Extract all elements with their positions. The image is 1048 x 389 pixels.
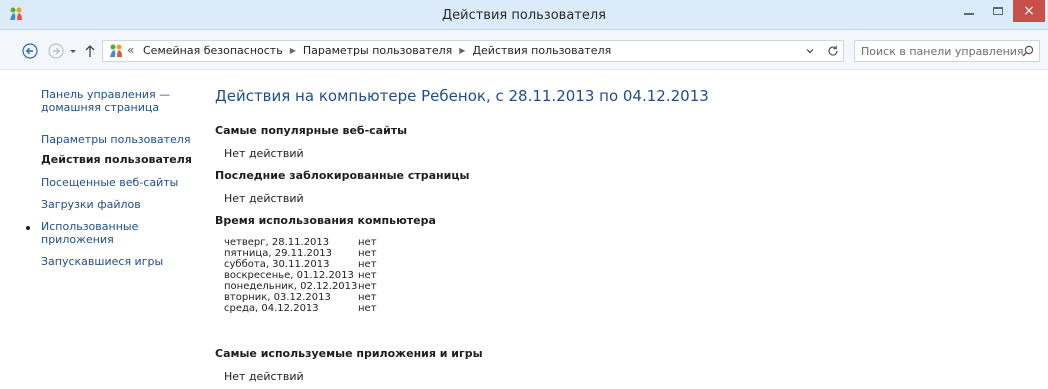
sidebar-item-user-activity[interactable]: Действия пользователя — [41, 153, 192, 166]
sidebar-item-label: Использованные — [41, 220, 139, 233]
navigation-bar: « Семейная безопасность ▶ Параметры поль… — [0, 30, 1048, 70]
usage-heading: Время использования компьютера — [215, 214, 436, 227]
sidebar: Панель управления — домашняя страница Па… — [0, 71, 200, 389]
back-arrow-icon[interactable] — [22, 43, 38, 59]
up-arrow-icon[interactable] — [84, 43, 96, 59]
current-item-bullet — [26, 226, 30, 230]
search-input[interactable]: Поиск в панели управления — [854, 40, 1040, 62]
usage-day: воскресенье, 01.12.2013 — [224, 270, 354, 281]
sidebar-item-label: Панель управления — — [41, 88, 171, 101]
sidebar-item-control-panel-home[interactable]: Панель управления — домашняя страница — [41, 88, 170, 114]
breadcrumb-user-settings[interactable]: Параметры пользователя — [303, 44, 452, 57]
sidebar-item-user-settings[interactable]: Параметры пользователя — [41, 133, 190, 146]
usage-day: суббота, 30.11.2013 — [224, 259, 330, 270]
usage-day: пятница, 29.11.2013 — [224, 248, 332, 259]
window-title: Действия пользователя — [441, 8, 606, 23]
sidebar-item-downloads[interactable]: Загрузки файлов — [41, 198, 141, 211]
apps-games-heading: Самые используемые приложения и игры — [215, 347, 483, 360]
sidebar-item-label: домашняя страница — [41, 101, 160, 114]
usage-day: вторник, 03.12.2013 — [224, 292, 331, 303]
usage-day: среда, 04.12.2013 — [224, 303, 319, 314]
sidebar-item-label: приложения — [41, 233, 114, 246]
blocked-pages-heading: Последние заблокированные страницы — [215, 169, 470, 182]
apps-games-value: Нет действий — [224, 370, 304, 383]
chevron-down-icon[interactable] — [803, 43, 817, 59]
maximize-button[interactable] — [984, 0, 1012, 22]
search-placeholder: Поиск в панели управления — [861, 45, 1024, 58]
minimize-button[interactable] — [955, 0, 983, 22]
refresh-icon[interactable] — [825, 43, 841, 59]
breadcrumb-separator[interactable]: ▶ — [459, 46, 465, 55]
usage-value: нет — [358, 237, 377, 248]
usage-value: нет — [358, 248, 377, 259]
popular-sites-heading: Самые популярные веб-сайты — [215, 124, 408, 137]
usage-value: нет — [358, 270, 377, 281]
address-bar[interactable]: « Семейная безопасность ▶ Параметры поль… — [102, 40, 844, 62]
close-icon: × — [1023, 3, 1035, 19]
breadcrumb-user-activity[interactable]: Действия пользователя — [472, 44, 611, 57]
family-safety-icon — [108, 43, 124, 59]
search-icon[interactable] — [1021, 44, 1035, 58]
usage-value: нет — [358, 259, 377, 270]
usage-day: понедельник, 02.12.2013 — [224, 281, 358, 292]
main-content: Действия на компьютере Ребенок, с 28.11.… — [215, 71, 1035, 389]
breadcrumb-family-safety[interactable]: Семейная безопасность — [143, 44, 283, 57]
close-button[interactable]: × — [1013, 0, 1045, 22]
title-bar: Действия пользователя × — [0, 0, 1048, 30]
sidebar-item-used-apps[interactable]: Использованные приложения — [41, 220, 138, 246]
usage-value: нет — [358, 281, 377, 292]
chevron-down-icon[interactable] — [68, 43, 78, 59]
page-title: Действия на компьютере Ребенок, с 28.11.… — [215, 87, 709, 105]
usage-value: нет — [358, 292, 377, 303]
forward-arrow-icon[interactable] — [48, 43, 64, 59]
usage-day: четверг, 28.11.2013 — [224, 237, 330, 248]
sidebar-item-visited-sites[interactable]: Посещенные веб-сайты — [41, 176, 178, 189]
breadcrumb: Семейная безопасность ▶ Параметры пользо… — [143, 44, 611, 57]
sidebar-item-games[interactable]: Запускавшиеся игры — [41, 255, 163, 268]
popular-sites-value: Нет действий — [224, 147, 304, 160]
breadcrumb-separator[interactable]: ▶ — [290, 46, 296, 55]
blocked-pages-value: Нет действий — [224, 192, 304, 205]
breadcrumb-overflow[interactable]: « — [127, 43, 134, 57]
usage-value: нет — [358, 303, 377, 314]
